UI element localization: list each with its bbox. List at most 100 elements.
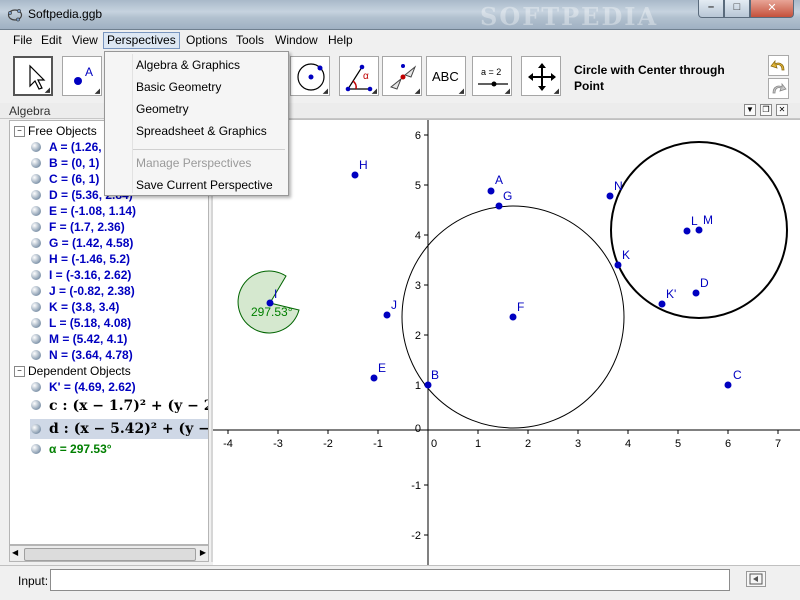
point-K-prime[interactable] <box>658 300 666 308</box>
input-field[interactable] <box>50 569 730 591</box>
point-N[interactable] <box>606 192 614 200</box>
close-view-button[interactable]: ✕ <box>776 104 788 116</box>
text-tool-label: ABC <box>432 69 459 84</box>
visibility-ball-icon[interactable] <box>31 174 41 184</box>
visibility-ball-icon[interactable] <box>31 302 41 312</box>
point-label-G: G <box>503 189 512 203</box>
redo-button[interactable] <box>768 78 789 99</box>
perspective-algebra-graphics[interactable]: Algebra & Graphics <box>136 58 240 72</box>
collapse-icon[interactable]: − <box>14 126 25 138</box>
slider-tool[interactable]: a = 2 ◢ <box>472 56 512 96</box>
visibility-ball-icon[interactable] <box>31 238 41 248</box>
maximize-button[interactable]: □ <box>724 0 750 18</box>
angle-tool[interactable]: α ◢ <box>339 56 379 96</box>
minimize-icon: – <box>707 1 715 13</box>
graphics-view[interactable]: -4 -3 -2 -1 0 1 2 3 4 5 6 7 -2 -1 1 2 3 … <box>213 119 800 565</box>
point-K[interactable] <box>614 261 622 269</box>
graphics-canvas[interactable]: -4 -3 -2 -1 0 1 2 3 4 5 6 7 -2 -1 1 2 3 … <box>213 120 800 565</box>
y-tick-label: 2 <box>415 330 421 342</box>
x-tick-label: -4 <box>223 438 233 450</box>
visibility-ball-icon[interactable] <box>31 254 41 264</box>
visibility-ball-icon[interactable] <box>31 158 41 168</box>
point-D[interactable] <box>692 289 700 297</box>
visibility-ball-icon[interactable] <box>31 334 41 344</box>
menu-file[interactable]: File <box>10 33 35 47</box>
visibility-ball-icon[interactable] <box>31 206 41 216</box>
window-title: Softpedia.ggb <box>28 7 103 21</box>
y-tick-label: 6 <box>415 130 421 142</box>
dropdown-triangle-icon: ◢ <box>371 88 377 95</box>
algebra-item-circle-d[interactable]: d : (x − 5.42)² + (y − 4.1)² = 3.06 <box>30 419 208 439</box>
point-label-A: A <box>495 173 503 187</box>
point-G[interactable] <box>495 202 503 210</box>
circle-tool[interactable]: ◢ <box>290 56 330 96</box>
point-I[interactable] <box>266 299 274 307</box>
point-label-E: E <box>378 361 386 375</box>
input-help-button[interactable] <box>746 571 766 587</box>
point-label-H: H <box>359 158 368 172</box>
perspective-basic-geometry[interactable]: Basic Geometry <box>136 80 221 94</box>
scrollbar-thumb[interactable] <box>24 548 196 561</box>
angle-alpha-label: 297.53° <box>251 305 293 319</box>
menu-perspectives[interactable]: Perspectives <box>103 32 180 49</box>
minimize-button[interactable]: – <box>698 0 724 18</box>
perspective-spreadsheet-graphics[interactable]: Spreadsheet & Graphics <box>136 124 267 138</box>
free-objects-label: Free Objects <box>28 124 97 138</box>
visibility-ball-icon[interactable] <box>31 400 41 410</box>
menu-help[interactable]: Help <box>325 33 356 47</box>
point-A[interactable] <box>487 187 495 195</box>
visibility-ball-icon[interactable] <box>31 382 41 392</box>
menu-separator <box>133 149 285 150</box>
point-tool[interactable]: A ◢ <box>62 56 102 96</box>
visibility-ball-icon[interactable] <box>31 318 41 328</box>
algebra-horizontal-scrollbar[interactable]: ◀ ▶ <box>9 545 209 562</box>
visibility-ball-icon[interactable] <box>31 424 41 434</box>
point-B[interactable] <box>424 381 432 389</box>
angle-tool-label: α <box>363 71 369 82</box>
menu-view[interactable]: View <box>69 33 101 47</box>
scroll-right-icon[interactable]: ▶ <box>200 548 206 557</box>
point-C[interactable] <box>724 381 732 389</box>
x-tick-label: 0 <box>431 438 437 450</box>
menu-bar: File Edit View Perspectives Options Tool… <box>0 30 800 51</box>
point-label-M: M <box>703 213 713 227</box>
undo-button[interactable] <box>768 55 789 76</box>
text-tool[interactable]: ABC ◢ <box>426 56 466 96</box>
menu-options[interactable]: Options <box>183 33 230 47</box>
maximize-icon: □ <box>733 1 741 13</box>
visibility-ball-icon[interactable] <box>31 444 41 454</box>
dependent-objects-node[interactable]: − Dependent Objects <box>14 364 131 378</box>
menu-tools[interactable]: Tools <box>233 33 267 47</box>
input-label: Input: <box>18 574 49 588</box>
visibility-ball-icon[interactable] <box>31 270 41 280</box>
visibility-ball-icon[interactable] <box>31 286 41 296</box>
close-button[interactable]: ✕ <box>750 0 794 18</box>
perspective-geometry[interactable]: Geometry <box>136 102 189 116</box>
visibility-ball-icon[interactable] <box>31 190 41 200</box>
y-tick-label: 5 <box>415 180 421 192</box>
move-graphics-tool[interactable]: ◢ <box>521 56 561 96</box>
menu-window[interactable]: Window <box>272 33 321 47</box>
collapse-icon[interactable]: − <box>14 366 25 378</box>
point-H[interactable] <box>351 171 359 179</box>
y-tick-label: 4 <box>415 230 421 242</box>
undock-button[interactable]: ❐ <box>760 104 772 116</box>
free-objects-node[interactable]: − Free Objects <box>14 124 97 138</box>
view-menu-button[interactable]: ▼ <box>744 104 756 116</box>
x-tick-label: -3 <box>273 438 283 450</box>
point-L[interactable] <box>683 227 691 235</box>
save-perspective-item[interactable]: Save Current Perspective <box>136 178 273 192</box>
scroll-left-icon[interactable]: ◀ <box>12 548 18 557</box>
visibility-ball-icon[interactable] <box>31 222 41 232</box>
reflect-tool[interactable]: ◢ <box>382 56 422 96</box>
move-tool[interactable]: ◢ <box>13 56 53 96</box>
point-F[interactable] <box>509 313 517 321</box>
y-tick-label: 3 <box>415 280 421 292</box>
menu-edit[interactable]: Edit <box>38 33 65 47</box>
point-label-L: L <box>691 214 698 228</box>
point-J[interactable] <box>383 311 391 319</box>
point-label-F: F <box>517 300 524 314</box>
visibility-ball-icon[interactable] <box>31 350 41 360</box>
visibility-ball-icon[interactable] <box>31 142 41 152</box>
point-E[interactable] <box>370 374 378 382</box>
